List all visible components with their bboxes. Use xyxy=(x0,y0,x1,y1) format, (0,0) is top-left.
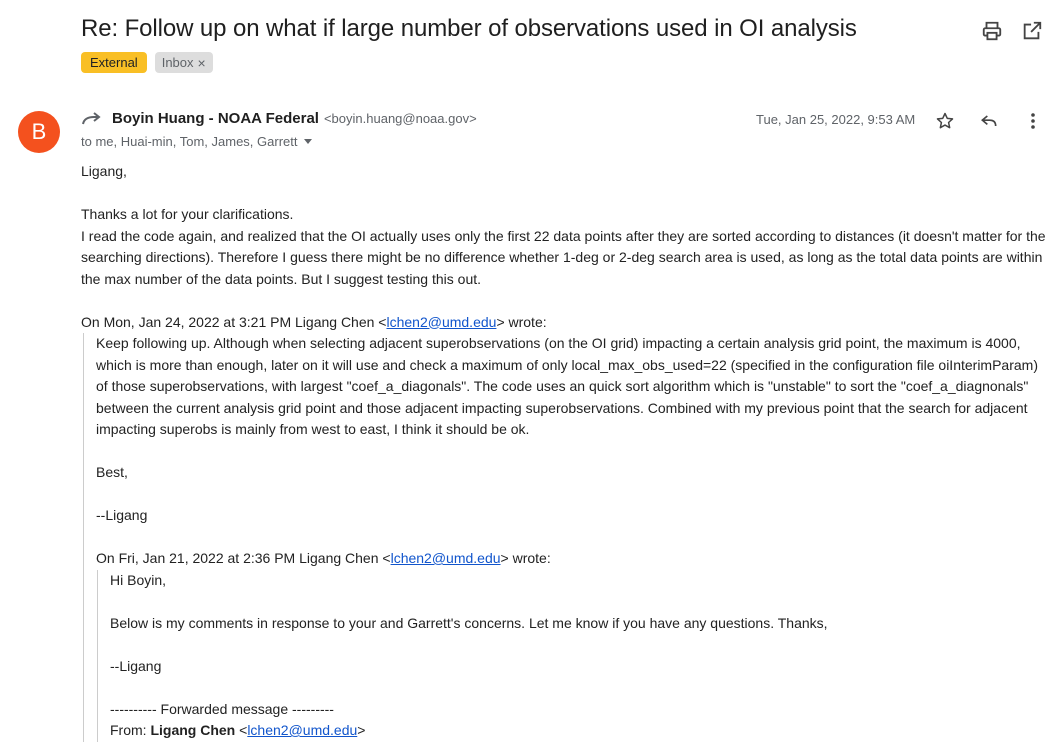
star-icon[interactable] xyxy=(935,111,955,131)
forwarded-from-email-link[interactable]: lchen2@umd.edu xyxy=(247,722,357,738)
sender-name[interactable]: Boyin Huang - NOAA Federal xyxy=(112,110,319,127)
chevron-down-icon[interactable] xyxy=(303,139,312,144)
quote-1-closing: Best, xyxy=(96,464,128,480)
inbox-label[interactable]: Inbox × xyxy=(154,52,213,73)
top-toolbar xyxy=(981,20,1043,42)
more-vert-icon[interactable] xyxy=(1023,111,1043,131)
quote-1-email-link[interactable]: lchen2@umd.edu xyxy=(386,314,496,330)
quote-1: Keep following up. Although when selecti… xyxy=(83,333,1051,742)
sender-row: Boyin Huang - NOAA Federal <boyin.huang@… xyxy=(81,110,477,127)
greeting: Ligang, xyxy=(81,163,127,179)
recipients: to me, Huai-min, Tom, James, Garrett xyxy=(81,134,312,149)
open-new-window-icon[interactable] xyxy=(1021,20,1043,42)
body-paragraph-1: Thanks a lot for your clarifications. xyxy=(81,206,294,222)
reply-arrow-icon xyxy=(82,111,101,124)
quote-1-intro: On Mon, Jan 24, 2022 at 3:21 PM Ligang C… xyxy=(81,313,547,330)
email-date: Tue, Jan 25, 2022, 9:53 AM xyxy=(756,112,916,127)
remove-label-icon[interactable]: × xyxy=(198,56,206,70)
print-icon[interactable] xyxy=(981,20,1003,42)
inbox-label-text: Inbox xyxy=(161,55,194,70)
quote-2: Hi Boyin, Below is my comments in respon… xyxy=(97,569,1051,742)
sender-email: <boyin.huang@noaa.gov> xyxy=(323,111,477,126)
forwarded-from: From: Ligang Chen <lchen2@umd.edu> xyxy=(110,722,366,738)
quote-2-greeting: Hi Boyin, xyxy=(110,571,167,588)
quote-1-text: Keep following up. Although when selecti… xyxy=(96,335,1038,437)
quote-1-signature: --Ligang xyxy=(96,507,148,523)
quote-2-signature: --Ligang xyxy=(110,657,162,674)
body-paragraph-2: I read the code again, and realized that… xyxy=(81,227,1046,287)
email-subject: Re: Follow up on what if large number of… xyxy=(81,15,857,42)
quote-2-intro: On Fri, Jan 21, 2022 at 2:36 PM Ligang C… xyxy=(96,550,551,566)
label-chips: External Inbox × xyxy=(81,52,213,73)
forwarded-from-name: Ligang Chen xyxy=(150,722,236,738)
external-label: External xyxy=(81,52,147,73)
email-body: Ligang, Thanks a lot for your clarificat… xyxy=(81,161,1051,742)
sender-avatar[interactable]: B xyxy=(18,111,60,153)
forwarded-header: ---------- Forwarded message --------- xyxy=(110,700,334,717)
recipients-text: to me, Huai-min, Tom, James, Garrett xyxy=(81,134,298,149)
reply-icon[interactable] xyxy=(979,111,999,131)
quote-2-email-link[interactable]: lchen2@umd.edu xyxy=(391,550,501,566)
quote-2-text: Below is my comments in response to your… xyxy=(110,614,828,631)
